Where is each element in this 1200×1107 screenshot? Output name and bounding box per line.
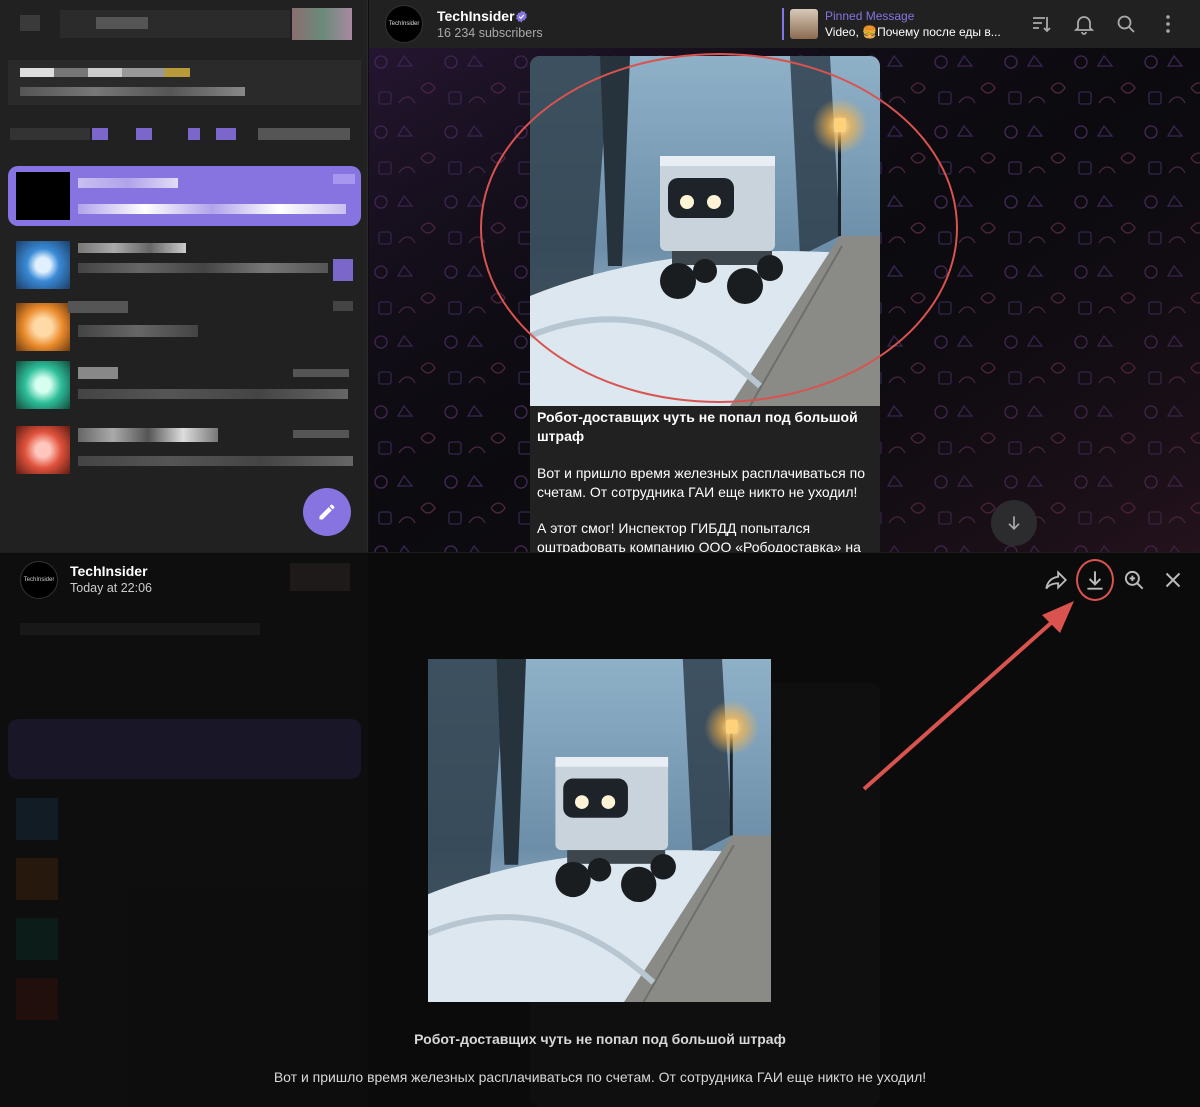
viewer-timestamp: Today at 22:06: [70, 581, 153, 595]
post-paragraph-2: А этот смог! Инспектор ГИБДД попытался о…: [537, 520, 861, 553]
pencil-icon: [319, 504, 335, 520]
chat-item-censored-3[interactable]: [8, 297, 361, 357]
telegram-window: TechInsider TechInsider 16 234 subscribe…: [0, 0, 1200, 553]
channel-title[interactable]: TechInsider: [437, 8, 515, 24]
forward-icon[interactable]: [1043, 567, 1069, 593]
viewer-photo[interactable]: [428, 659, 771, 1002]
channel-avatar-text: TechInsider: [388, 21, 420, 27]
chat-item-censored-4[interactable]: [8, 355, 361, 415]
folder-row-censored[interactable]: [0, 124, 360, 144]
sidebar-header-censored: [0, 0, 368, 48]
chat-area: TechInsider TechInsider 16 234 subscribe…: [369, 0, 1200, 553]
post-photo[interactable]: [530, 56, 880, 406]
verified-icon: [516, 10, 527, 23]
viewer-author-name[interactable]: TechInsider: [70, 563, 148, 579]
zoom-in-icon[interactable]: [1121, 567, 1147, 593]
pinned-thumbnail: [790, 9, 818, 39]
viewer-author-avatar[interactable]: TechInsider: [20, 561, 58, 599]
viewer-caption-title: Робот-доставщих чуть не попал под большо…: [414, 1031, 786, 1047]
media-viewer: TechInsider TechInsider Today at 22:06 Р…: [0, 553, 1200, 1107]
viewer-caption-text: Вот и пришло время железных расплачивать…: [273, 1069, 927, 1085]
arrow-down-icon: [1008, 516, 1020, 531]
post-title: Робот-доставщих чуть не попал под большо…: [537, 409, 858, 444]
post-paragraph-1: Вот и пришло время железных расплачивать…: [537, 465, 866, 500]
chat-header[interactable]: TechInsider TechInsider 16 234 subscribe…: [369, 0, 1200, 48]
scroll-down-button[interactable]: [991, 500, 1037, 546]
more-vertical-icon[interactable]: [1156, 12, 1180, 36]
faded-blur: [290, 563, 350, 591]
pinned-label: Pinned Message: [825, 9, 915, 23]
bell-icon[interactable]: [1072, 12, 1096, 36]
pinned-message-bar[interactable]: Pinned Message Video, 🍔Почему после еды …: [782, 8, 1012, 40]
chat-list-sidebar: [0, 0, 368, 553]
annotation-arrow: [862, 601, 1074, 791]
chat-item-censored-1[interactable]: [8, 60, 361, 105]
viewer-avatar-text: TechInsider: [23, 577, 55, 583]
channel-post[interactable]: Робот-доставщих чуть не попал под большо…: [530, 56, 880, 553]
channel-avatar[interactable]: TechInsider: [385, 5, 423, 43]
faded-sidebar: [0, 553, 368, 1107]
pinned-text: Video, 🍔Почему после еды в...: [825, 25, 1001, 39]
subscriber-count: 16 234 subscribers: [437, 26, 543, 40]
search-icon[interactable]: [1114, 12, 1138, 36]
close-icon[interactable]: [1160, 567, 1186, 593]
sort-icon[interactable]: [1030, 12, 1054, 36]
chat-item-censored-5[interactable]: [8, 420, 361, 480]
chat-item-censored-2[interactable]: [8, 235, 361, 295]
new-message-button[interactable]: [303, 488, 351, 536]
chat-item-selected-censored[interactable]: [8, 166, 361, 226]
